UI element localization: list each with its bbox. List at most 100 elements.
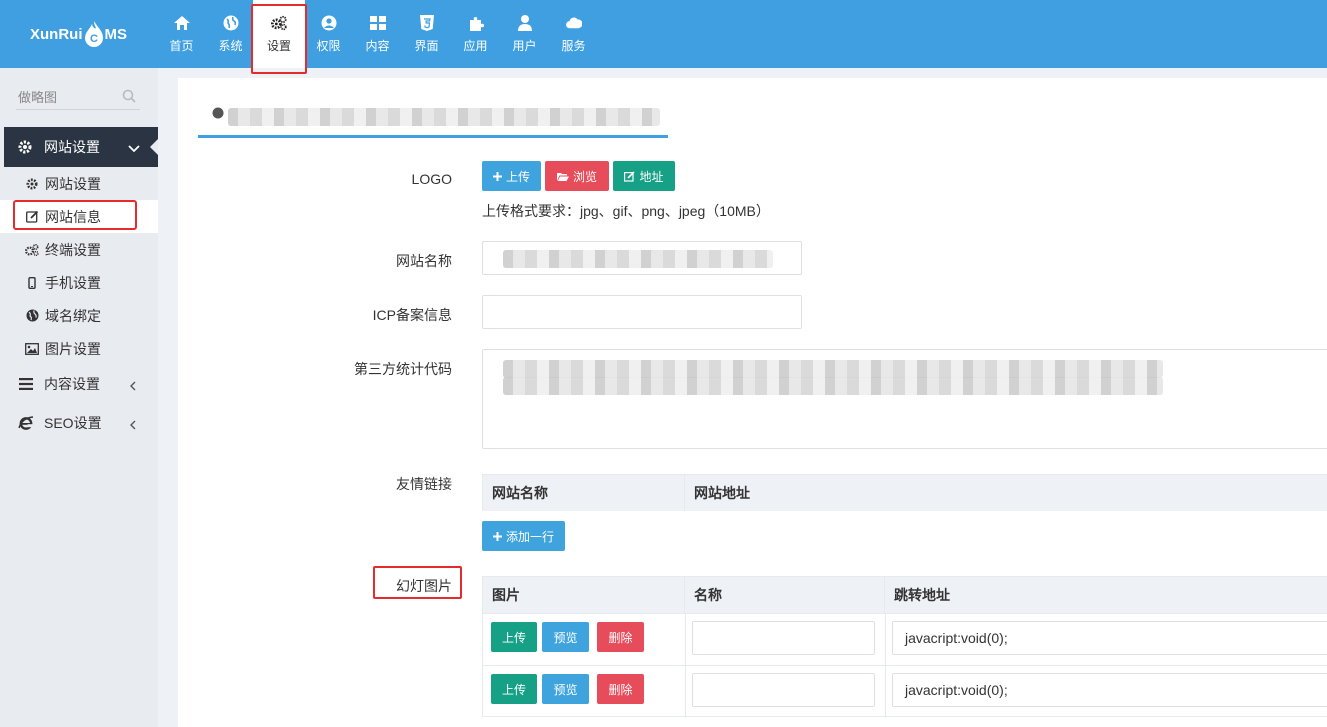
nav-label: 设置 xyxy=(266,38,291,53)
friend-links-table: 网站名称 网站地址 xyxy=(482,474,1327,511)
nav-interface[interactable]: 界面 xyxy=(402,0,451,68)
globe-icon xyxy=(223,15,239,31)
sidebar-search[interactable]: 做略图 xyxy=(16,82,140,110)
sidebar-item-domain[interactable]: 域名绑定 xyxy=(0,299,158,332)
nav-users[interactable]: 用户 xyxy=(500,0,549,68)
active-notch xyxy=(150,139,158,155)
sidebar-item-label: 网站设置 xyxy=(45,175,101,192)
sidebar: 做略图 网站设置 网站设置 网站信息 终端设置 手机设置 域名绑定 图片设置 内… xyxy=(0,68,158,727)
blurred-value xyxy=(503,250,773,268)
sidebar-category-label: SEO设置 xyxy=(44,415,102,431)
slide-url-input[interactable]: javacript:void(0); xyxy=(892,621,1327,655)
blurred-line-1 xyxy=(503,360,1163,378)
nav-content[interactable]: 内容 xyxy=(353,0,402,68)
nav-home[interactable]: 首页 xyxy=(157,0,206,68)
nav-label: 用户 xyxy=(512,38,537,53)
chevron-down-icon xyxy=(128,140,140,156)
image-icon xyxy=(25,342,39,355)
chevron-left-icon xyxy=(129,378,136,394)
user-icon xyxy=(517,14,533,31)
menu-icon xyxy=(18,378,34,390)
stats-code-label: 第三方统计代码 xyxy=(354,361,452,377)
sidebar-item-image[interactable]: 图片设置 xyxy=(0,332,158,365)
slide-url-input[interactable]: javacript:void(0); xyxy=(892,673,1327,707)
home-icon xyxy=(173,15,190,31)
nav-label: 服务 xyxy=(561,38,586,53)
browse-button[interactable]: 浏览 xyxy=(545,161,609,191)
col-divider xyxy=(885,613,886,718)
blurred-line-2 xyxy=(503,377,1163,395)
browse-button-label: 浏览 xyxy=(572,169,597,184)
nav-label: 应用 xyxy=(463,38,488,53)
search-input[interactable]: 做略图 xyxy=(18,87,57,106)
col-divider xyxy=(685,613,686,718)
add-row-button-label: 添加一行 xyxy=(505,529,554,544)
upload-hint: 上传格式要求：jpg、gif、png、jpeg（10MB） xyxy=(482,203,770,219)
slide-preview-button[interactable]: 预览 xyxy=(542,622,589,652)
nav-label: 系统 xyxy=(218,38,243,53)
mobile-icon xyxy=(25,276,39,289)
row-divider xyxy=(483,665,1327,666)
globe-icon xyxy=(212,106,224,122)
table-header: 名称 xyxy=(685,577,885,613)
site-name-label: 网站名称 xyxy=(396,253,452,269)
html5-icon xyxy=(419,14,435,31)
brand-logo[interactable]: XunRui C MS xyxy=(30,14,130,54)
address-button-label: 地址 xyxy=(639,169,664,184)
site-name-input[interactable] xyxy=(482,241,802,275)
slide-upload-button[interactable]: 上传 xyxy=(491,674,537,704)
cogs-icon xyxy=(25,243,39,256)
icp-input[interactable] xyxy=(482,295,802,329)
nav-apps[interactable]: 应用 xyxy=(451,0,500,68)
upload-button[interactable]: 上传 xyxy=(482,161,541,191)
slide-delete-button[interactable]: 删除 xyxy=(597,622,644,652)
main-content: LOGO 上传 浏览 地址 上传格式要求：jpg、gif、png、jpeg（10… xyxy=(178,78,1327,727)
chevron-left-icon xyxy=(129,417,136,433)
address-button[interactable]: 地址 xyxy=(613,161,675,191)
slide-name-input[interactable] xyxy=(692,621,875,655)
nav-system[interactable]: 系统 xyxy=(206,0,255,68)
slide-upload-button[interactable]: 上传 xyxy=(491,622,537,652)
sidebar-group-label: 网站设置 xyxy=(44,139,100,155)
highlight-box xyxy=(373,566,462,599)
ie-icon xyxy=(18,415,34,431)
slide-delete-button[interactable]: 删除 xyxy=(597,674,644,704)
nav-label: 界面 xyxy=(414,38,439,53)
add-row-button[interactable]: 添加一行 xyxy=(482,521,565,551)
nav-permissions[interactable]: 权限 xyxy=(304,0,353,68)
svg-text:C: C xyxy=(90,33,98,45)
globe-icon xyxy=(25,309,39,322)
sidebar-item-label: 手机设置 xyxy=(45,274,101,291)
puzzle-icon xyxy=(468,15,484,31)
sidebar-item-label: 域名绑定 xyxy=(45,307,101,324)
slide-name-input[interactable] xyxy=(692,673,875,707)
sidebar-category-seo[interactable]: SEO设置 xyxy=(0,404,158,442)
sidebar-item-terminal[interactable]: 终端设置 xyxy=(0,233,158,266)
stats-code-textarea[interactable] xyxy=(482,349,1327,449)
sidebar-item-site-info[interactable]: 网站信息 xyxy=(0,200,158,233)
nav-services[interactable]: 服务 xyxy=(549,0,598,68)
sidebar-item-label: 终端设置 xyxy=(45,241,101,258)
table-header: 图片 xyxy=(483,577,685,613)
sidebar-group-site-settings[interactable]: 网站设置 xyxy=(4,127,158,167)
page-tab-title[interactable] xyxy=(198,96,668,138)
flame-logo-icon: C xyxy=(84,21,104,47)
friend-links-label: 友情链接 xyxy=(396,476,452,492)
slide-preview-button[interactable]: 预览 xyxy=(542,674,589,704)
top-nav: 首页 系统 设置 权限 内容 界面 应用 用户 服务 xyxy=(157,0,598,74)
sidebar-item-mobile[interactable]: 手机设置 xyxy=(0,266,158,299)
brand-text-left: XunRui xyxy=(30,25,83,43)
upload-button-label: 上传 xyxy=(505,169,530,184)
search-icon[interactable] xyxy=(122,89,136,106)
plus-icon xyxy=(492,171,502,181)
gear-icon xyxy=(25,178,39,190)
sidebar-item-label: 图片设置 xyxy=(45,340,101,357)
sidebar-category-content[interactable]: 内容设置 xyxy=(0,365,158,403)
sidebar-item-site-settings[interactable]: 网站设置 xyxy=(0,167,158,200)
cloud-icon xyxy=(565,15,582,31)
slides-table: 图片 名称 跳转地址 上传 预览 删除 javacript:void(0); 上… xyxy=(482,576,1327,718)
nav-label: 内容 xyxy=(365,38,390,53)
nav-settings[interactable]: 设置 xyxy=(251,0,307,74)
icp-label: ICP备案信息 xyxy=(372,307,452,323)
plus-icon xyxy=(492,531,502,541)
